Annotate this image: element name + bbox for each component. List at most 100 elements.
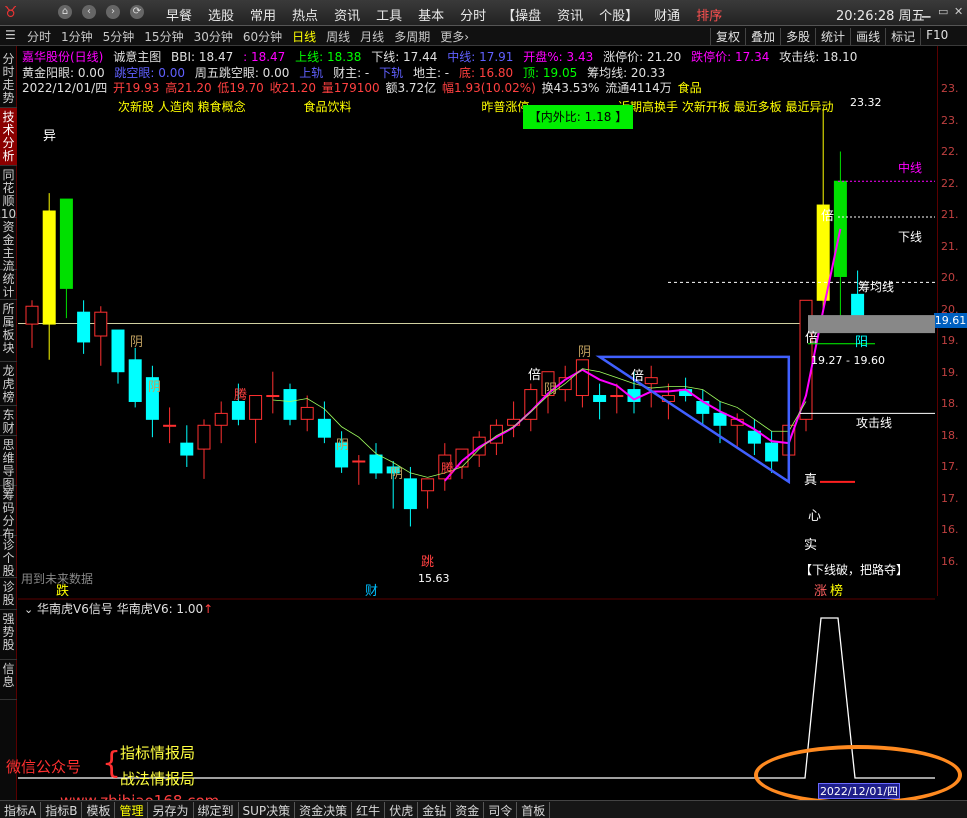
candle-body	[42, 210, 56, 325]
wechat-line-2: 战法情报局	[120, 770, 196, 788]
refresh-icon[interactable]: ⟳	[130, 5, 144, 19]
menu-item[interactable]: 工具	[368, 5, 410, 24]
bottom-tab[interactable]: 首板	[517, 802, 551, 818]
left-tab[interactable]: 东财	[0, 406, 17, 436]
menu-item[interactable]: 资讯	[326, 5, 368, 24]
left-tab[interactable]: 同花顺10	[0, 166, 17, 221]
period-tab[interactable]: 15分钟	[139, 28, 188, 45]
left-tab[interactable]: 分时走势	[0, 50, 17, 108]
menu-item[interactable]: 基本	[410, 5, 452, 24]
high-price-mark: 23.32	[850, 96, 882, 109]
candlestick-chart[interactable]: 异阴阴腾阴阴 腾跳倍阴阴倍倍倍 阳真心实跌财涨榜15.6323.32中线下线筹均线攻…	[18, 46, 935, 596]
bottom-tab[interactable]: 伏虎	[385, 802, 419, 818]
bottom-tab[interactable]: 绑定到	[194, 802, 239, 818]
minimize-icon[interactable]: ▁	[922, 6, 934, 18]
chart-annotation: 阴	[130, 335, 143, 350]
candle-body	[128, 359, 142, 402]
menu-item[interactable]: 财通	[646, 5, 688, 24]
candle-body	[94, 311, 108, 337]
left-tab[interactable]: 所属板块	[0, 300, 17, 362]
tool-button[interactable]: 复权	[710, 28, 745, 45]
menu-item[interactable]: 选股	[200, 5, 242, 24]
price-axis-label: 16.	[941, 523, 959, 536]
chart-annotation: 心	[808, 509, 821, 524]
range-box	[808, 315, 935, 334]
period-tab[interactable]: 30分钟	[189, 28, 238, 45]
back-icon[interactable]: ‹	[82, 5, 96, 19]
period-tabs: 分时 1分钟 5分钟 15分钟 30分钟 60分钟 日线 周线 月线 多周期 更多›	[22, 28, 474, 45]
home-icon[interactable]: ⌂	[58, 5, 72, 19]
tool-button[interactable]: 标记	[885, 28, 920, 45]
price-axis-label: 23.	[941, 113, 959, 127]
tool-button[interactable]: 统计	[815, 28, 850, 45]
lower-line-label: 下线	[898, 230, 922, 244]
low-price-mark: 15.63	[418, 572, 450, 585]
left-tab[interactable]: 资金主流	[0, 218, 17, 273]
mid-line-label: 中线	[898, 160, 922, 175]
bottom-tab[interactable]: 金钻	[418, 802, 452, 818]
menu-item[interactable]: 资讯	[549, 5, 591, 24]
period-tab[interactable]: 日线	[287, 28, 321, 45]
period-tab[interactable]: 60分钟	[238, 28, 287, 45]
candle-body	[197, 424, 211, 450]
left-tab[interactable]: 统计	[0, 270, 17, 300]
tool-button[interactable]: F10	[920, 28, 953, 45]
candle-body	[575, 359, 589, 397]
bottom-tab[interactable]: 另存为	[148, 802, 194, 818]
left-tab[interactable]: 强势股	[0, 610, 17, 660]
candle-body	[231, 400, 245, 420]
menu-item[interactable]: 分时	[452, 5, 494, 24]
bottom-tab[interactable]: 资金	[451, 802, 485, 818]
menu-item[interactable]: 常用	[242, 5, 284, 24]
period-tab[interactable]: 分时	[22, 28, 56, 45]
period-tab[interactable]: 5分钟	[98, 28, 140, 45]
bottom-tab[interactable]: 指标A	[0, 802, 42, 818]
period-tab[interactable]: 更多›	[435, 28, 474, 45]
chart-annotation: 真	[804, 473, 817, 488]
clock: 20:26:28 周五	[836, 9, 925, 24]
bottom-tab[interactable]: 资金决策	[295, 802, 353, 818]
menu-item[interactable]: 个股】	[591, 5, 646, 24]
price-axis-label: 19.	[941, 334, 959, 347]
bottom-tab[interactable]: 红牛	[352, 802, 386, 818]
forward-icon[interactable]: ›	[106, 5, 120, 19]
menu-item[interactable]: 热点	[284, 5, 326, 24]
subpanel-indicator-name[interactable]: 华南虎V6信号	[37, 602, 113, 616]
candle-body	[25, 305, 39, 325]
period-tab[interactable]: 1分钟	[56, 28, 98, 45]
candle-body	[403, 478, 417, 510]
candle-body	[593, 395, 607, 402]
bottom-tab[interactable]: 指标B	[41, 802, 83, 818]
left-vertical-tabs: 分时走势 技术分析 同花顺10 资金主流 统计 所属板块 龙虎榜 东财 思维导图 筹码分布 诊个股诊…	[0, 46, 17, 806]
tool-button[interactable]: 画线	[850, 28, 885, 45]
bottom-tab[interactable]: SUP决策	[239, 802, 296, 818]
menu-item[interactable]: 排序	[688, 5, 730, 24]
bottom-tab[interactable]: 司令	[484, 802, 518, 818]
collapse-icon[interactable]: ☰	[5, 28, 16, 42]
candle-body	[180, 442, 194, 456]
signal-text: 【下线破，把路夺】	[800, 562, 908, 577]
menu-item[interactable]: 早餐	[158, 5, 200, 24]
candle-body	[421, 478, 435, 492]
left-tab[interactable]: 诊股	[0, 578, 17, 610]
bottom-tab[interactable]: 模板	[82, 802, 116, 818]
left-tab[interactable]: 思维导图	[0, 436, 17, 491]
maximize-icon[interactable]: ▭	[938, 6, 950, 18]
left-tab[interactable]: 技术分析	[0, 108, 17, 166]
tool-button[interactable]: 多股	[780, 28, 815, 45]
period-tab[interactable]: 月线	[355, 28, 389, 45]
candle-body	[713, 412, 727, 426]
tool-button[interactable]: 叠加	[745, 28, 780, 45]
left-tab[interactable]: 诊个股	[0, 536, 17, 578]
left-tab[interactable]: 筹码分布	[0, 486, 17, 541]
left-tab[interactable]: 龙虎榜	[0, 362, 17, 406]
top-menu-bar: ♉ ⌂ ‹ › ⟳ 早餐 选股 常用 热点 资讯 工具 基本 分时 【操盘 资讯 个股】 财通 排序 2…	[0, 0, 967, 26]
close-icon[interactable]: ✕	[954, 6, 966, 18]
period-tab[interactable]: 多周期	[389, 28, 435, 45]
left-tab[interactable]: 信息	[0, 660, 17, 700]
candle-body	[765, 442, 779, 462]
dropdown-icon[interactable]: ⌄	[24, 603, 33, 616]
bottom-tab[interactable]: 管理	[115, 802, 149, 818]
period-tab[interactable]: 周线	[321, 28, 355, 45]
menu-item[interactable]: 【操盘	[494, 5, 549, 24]
